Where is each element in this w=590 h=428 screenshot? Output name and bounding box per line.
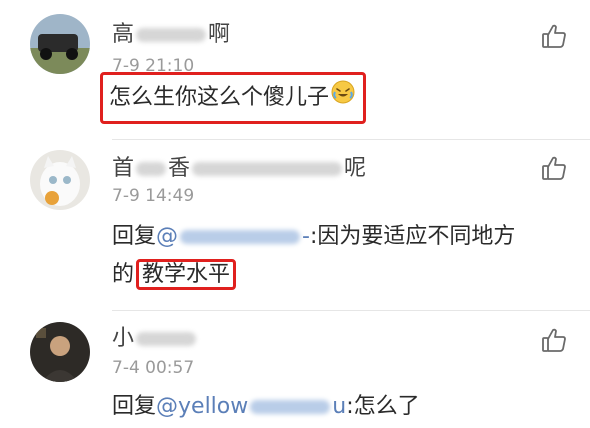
comment-text-line2: 的教学水平 — [112, 256, 237, 294]
mention-link[interactable]: @ - — [156, 224, 310, 249]
comment-text-highlighted: 怎么生你这么个傻儿子 — [100, 72, 367, 124]
redacted-name — [136, 162, 167, 176]
comment-item: 首香呢 7-9 14:49 回复@ -:因为要适应不同地方 的教学水平 — [0, 140, 590, 312]
thumbs-up-icon[interactable] — [540, 154, 568, 182]
thumbs-up-icon[interactable] — [540, 326, 568, 354]
commenter-name[interactable]: 高啊 — [112, 16, 230, 48]
comment-text: 回复@yellow u:怎么了 — [112, 394, 420, 419]
comment-item: 高啊 7-9 21:10 怎么生你这么个傻儿子 — [0, 0, 590, 140]
redacted-mention — [180, 230, 301, 244]
laughing-crying-emoji-icon — [331, 75, 355, 121]
commenter-name[interactable]: 小 — [112, 320, 198, 352]
avatar[interactable] — [30, 150, 90, 210]
redacted-name — [192, 162, 343, 176]
thumbs-up-icon[interactable] — [540, 22, 568, 50]
comment-text: 回复@ -:因为要适应不同地方 — [112, 224, 516, 249]
comment-time: 7-9 14:49 — [112, 186, 195, 206]
avatar[interactable] — [30, 14, 90, 74]
redacted-name — [136, 28, 207, 42]
commenter-name[interactable]: 首香呢 — [112, 150, 366, 182]
mention-link[interactable]: @yellow u — [156, 394, 346, 419]
avatar[interactable] — [30, 322, 90, 382]
redacted-name — [136, 332, 197, 346]
comment-item: 小 7-4 00:57 回复@yellow u:怎么了 — [0, 312, 590, 428]
comment-time: 7-4 00:57 — [112, 358, 195, 378]
redacted-mention — [250, 400, 331, 414]
divider — [112, 310, 590, 311]
highlighted-phrase: 教学水平 — [136, 259, 237, 290]
